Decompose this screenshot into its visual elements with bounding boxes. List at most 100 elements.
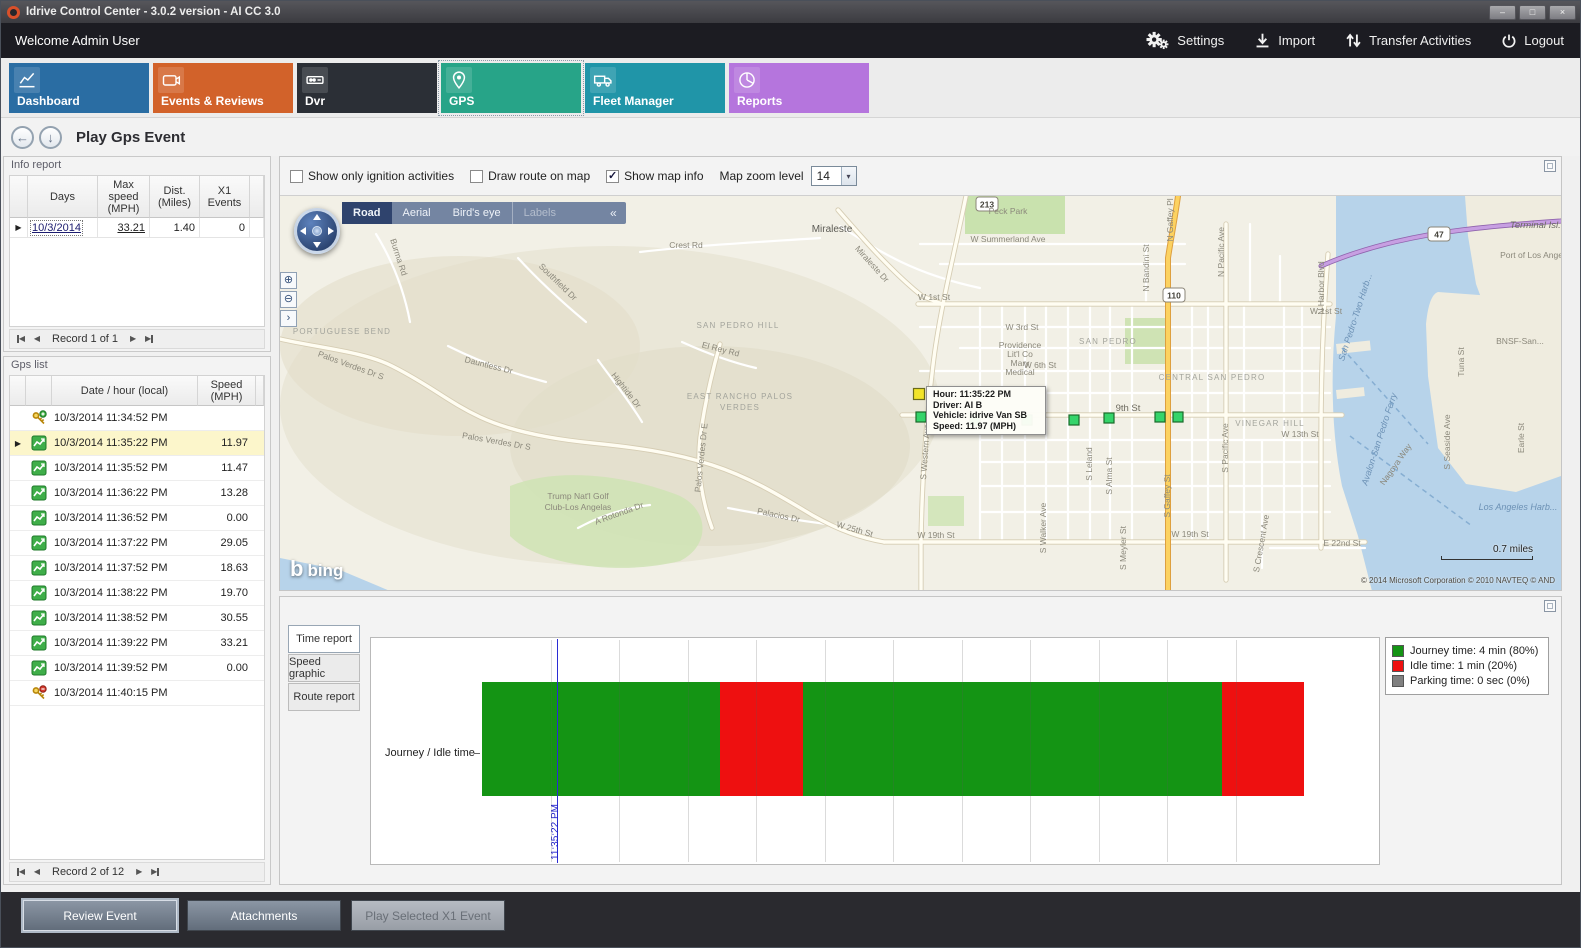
topbar-logout-label: Logout xyxy=(1524,33,1564,48)
map-expand-button[interactable]: › xyxy=(280,310,297,327)
info-row-max-speed[interactable]: 33.21 xyxy=(98,218,150,238)
map-view-aerial[interactable]: Aerial xyxy=(392,202,442,224)
checkbox-show-map-info-box[interactable]: ✓ xyxy=(606,170,619,183)
chart-gridline xyxy=(962,640,963,862)
map-zoom-out-button[interactable]: ⊖ xyxy=(280,291,297,308)
info-report-pager-next-button[interactable]: ▶ xyxy=(125,331,141,347)
close-button[interactable]: × xyxy=(1549,5,1576,20)
info-report-pager-last-button[interactable]: ▶ xyxy=(141,331,157,347)
info-row-x1[interactable]: 0 xyxy=(200,218,250,238)
days-link[interactable]: 10/3/2014 xyxy=(32,222,81,234)
topbar-settings-button[interactable]: Settings xyxy=(1144,30,1224,51)
tab-route-report[interactable]: Route report xyxy=(288,683,360,711)
gps-list-row[interactable]: 10/3/2014 11:36:22 PM13.28 xyxy=(10,481,264,506)
gps-point-icon xyxy=(26,485,52,501)
gps-point-marker[interactable] xyxy=(1155,412,1165,422)
gps-point-marker[interactable] xyxy=(916,412,926,422)
time-report-chart: Journey / Idle time 11:35:22 PM xyxy=(370,637,1380,865)
checkbox-show-only-ignition-activities[interactable]: Show only ignition activities xyxy=(290,169,454,183)
gps-point-marker[interactable] xyxy=(1173,412,1183,422)
map-zoom-in-button[interactable]: ⊕ xyxy=(280,272,297,289)
map-label: W 3rd St xyxy=(1005,322,1039,332)
info-report-pager-first-button[interactable]: ◀ xyxy=(13,331,29,347)
map-label: S Seaside Ave xyxy=(1442,414,1452,469)
map-view-labels[interactable]: Labels xyxy=(512,202,567,224)
info-row-dist[interactable]: 1.40 xyxy=(150,218,200,238)
gps-list-row[interactable]: 10/3/2014 11:34:52 PM xyxy=(10,406,264,431)
play-selected-x1-event-button[interactable]: Play Selected X1 Event xyxy=(351,900,505,931)
tab-dashboard-label: Dashboard xyxy=(17,94,80,108)
legend-label: Parking time: 0 sec (0%) xyxy=(1410,675,1530,687)
gps-row-datetime: 10/3/2014 11:34:52 PM xyxy=(52,412,198,424)
map-label: Los Angeles Harb... xyxy=(1479,502,1558,512)
gps-list-pager-last-button[interactable]: ▶ xyxy=(147,864,163,880)
checkbox-draw-route-on-map-label: Draw route on map xyxy=(488,169,590,183)
topbar-transfer-activities-button[interactable]: Transfer Activities xyxy=(1345,32,1471,49)
tab-dashboard[interactable]: Dashboard xyxy=(9,63,149,113)
tab-speed-graphic[interactable]: Speed graphic xyxy=(288,654,360,682)
attachments-button[interactable]: Attachments xyxy=(187,900,341,931)
map-zoom-select[interactable]: 14 ▾ xyxy=(811,166,857,186)
chart-panel-collapse-button[interactable] xyxy=(1544,600,1556,612)
idle-segment xyxy=(720,682,802,796)
map-view-bird-s-eye[interactable]: Bird's eye xyxy=(442,202,512,224)
gps-list-row[interactable]: 10/3/2014 11:37:22 PM29.05 xyxy=(10,531,264,556)
gps-list-row[interactable]: ▶10/3/2014 11:35:22 PM11.97 xyxy=(10,431,264,456)
map-panel-collapse-button[interactable] xyxy=(1544,160,1556,172)
welcome-text: Welcome Admin User xyxy=(15,33,140,48)
col-x1-events[interactable]: X1 Events xyxy=(200,176,250,218)
topbar: Welcome Admin User Settings Import Transfe… xyxy=(1,23,1580,58)
gps-list-row[interactable]: 10/3/2014 11:39:22 PM33.21 xyxy=(10,631,264,656)
gps-point-marker[interactable] xyxy=(1104,413,1114,423)
gps-list-row[interactable]: 10/3/2014 11:38:52 PM30.55 xyxy=(10,606,264,631)
col-days[interactable]: Days xyxy=(28,176,98,218)
back-button[interactable]: ← xyxy=(11,126,34,149)
review-event-button[interactable]: Review Event xyxy=(23,900,177,931)
minimize-button[interactable]: – xyxy=(1489,5,1516,20)
checkbox-show-map-info[interactable]: ✓ Show map info xyxy=(606,169,703,183)
gps-list-row[interactable]: 10/3/2014 11:35:52 PM11.47 xyxy=(10,456,264,481)
svg-text:110: 110 xyxy=(1167,291,1181,301)
map-viewbar-collapse-button[interactable]: « xyxy=(601,202,626,224)
info-report-pager-prev-button[interactable]: ◀ xyxy=(29,331,45,347)
gps-list-pager-next-button[interactable]: ▶ xyxy=(131,864,147,880)
gps-point-icon xyxy=(26,460,52,476)
tab-time-report[interactable]: Time report xyxy=(288,625,360,653)
checkbox-draw-route-on-map-box[interactable] xyxy=(470,170,483,183)
selected-gps-marker[interactable] xyxy=(914,389,925,400)
gps-list-row[interactable]: 10/3/2014 11:37:52 PM18.63 xyxy=(10,556,264,581)
gps-list-row[interactable]: 10/3/2014 11:36:52 PM0.00 xyxy=(10,506,264,531)
gps-point-marker[interactable] xyxy=(1069,415,1079,425)
col-date-hour[interactable]: Date / hour (local) xyxy=(52,376,198,406)
gps-list-row[interactable]: 10/3/2014 11:39:52 PM0.00 xyxy=(10,656,264,681)
gps-list-pager-prev-button[interactable]: ◀ xyxy=(29,864,45,880)
col-max-speed[interactable]: Max speed (MPH) xyxy=(98,176,150,218)
gps-list-row[interactable]: 10/3/2014 11:40:15 PM xyxy=(10,681,264,706)
legend-item-idle: Idle time: 1 min (20%) xyxy=(1392,660,1542,672)
tab-reports[interactable]: Reports xyxy=(729,63,869,113)
bing-logo[interactable]: b bing xyxy=(290,556,343,582)
col-speed[interactable]: Speed (MPH) xyxy=(198,376,256,406)
window-title: Idrive Control Center - 3.0.2 version - … xyxy=(26,6,281,18)
maximize-button[interactable]: □ xyxy=(1519,5,1546,20)
checkbox-show-only-ignition-activities-box[interactable] xyxy=(290,170,303,183)
topbar-logout-button[interactable]: Logout xyxy=(1501,33,1564,49)
info-row-days[interactable]: 10/3/2014 xyxy=(28,218,98,238)
bing-map[interactable]: 21311047 MiralestePeck ParkW Summerland … xyxy=(280,195,1561,590)
topbar-import-button[interactable]: Import xyxy=(1254,32,1315,49)
checkbox-show-map-info-label: Show map info xyxy=(624,169,703,183)
tab-gps[interactable]: GPS xyxy=(441,63,581,113)
tab-fleet-manager[interactable]: Fleet Manager xyxy=(585,63,725,113)
checkbox-draw-route-on-map[interactable]: Draw route on map xyxy=(470,169,590,183)
gps-point-icon xyxy=(26,535,52,551)
titlebar[interactable]: Idrive Control Center - 3.0.2 version - … xyxy=(1,1,1580,23)
gps-list-pager-first-button[interactable]: ◀ xyxy=(13,864,29,880)
tab-events-reviews[interactable]: Events & Reviews xyxy=(153,63,293,113)
down-button[interactable]: ↓ xyxy=(39,126,62,149)
gps-row-datetime: 10/3/2014 11:38:52 PM xyxy=(52,612,198,624)
col-dist[interactable]: Dist. (Miles) xyxy=(150,176,200,218)
map-view-road[interactable]: Road xyxy=(342,202,392,224)
map-compass-control[interactable] xyxy=(294,208,340,254)
gps-list-row[interactable]: 10/3/2014 11:38:22 PM19.70 xyxy=(10,581,264,606)
tab-dvr[interactable]: Dvr xyxy=(297,63,437,113)
